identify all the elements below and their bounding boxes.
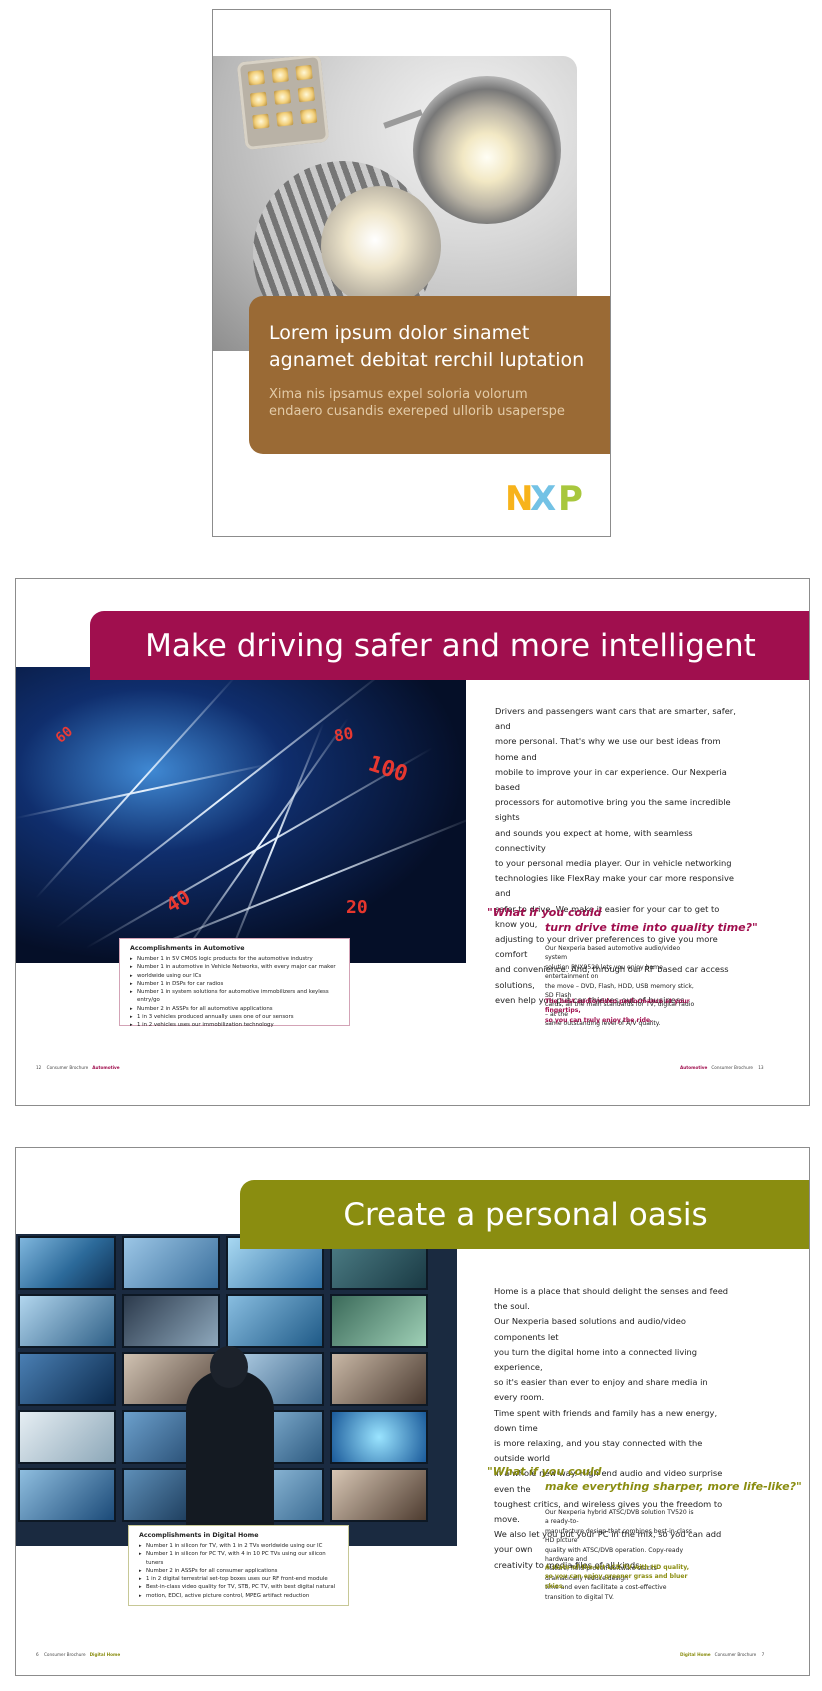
man-head-silhouette — [210, 1346, 248, 1388]
body-line: mobile to improve your in car experience… — [495, 766, 727, 793]
cover-page: Lorem ipsum dolor sinamet agnamet debita… — [212, 9, 611, 537]
accomplishment-item: Number 1 in 5V CMOS logic products for t… — [130, 955, 339, 964]
body-line: so it's easier than ever to enjoy and sh… — [494, 1377, 708, 1403]
side-line: quality with ATSC/DVB operation. Copy-re… — [545, 1546, 684, 1564]
spotlight-bulb-image — [413, 76, 561, 224]
side-highlight-line: The best audio/video performance at your… — [545, 998, 690, 1015]
cover-subtitle-line-1: Xima nis ipsamus expel soloria volorum — [269, 387, 528, 402]
accomplishment-item: Number 2 in ASSPs for all automotive app… — [130, 1005, 339, 1014]
folio-right: Digital Home Consumer Brochure 7 — [680, 1652, 764, 1658]
folio-page-number: 6 — [36, 1652, 39, 1657]
speedometer-photo: 100 80 20 40 60 — [16, 667, 466, 963]
man-silhouette — [186, 1370, 274, 1546]
cover-title-band: Lorem ipsum dolor sinamet agnamet debita… — [249, 296, 610, 454]
accomplishments-list: Number 1 in 5V CMOS logic products for t… — [130, 955, 339, 1030]
accomplishment-item: Best-in-class video quality for TV, STB,… — [139, 1583, 338, 1592]
accomplishment-item: Number 1 in DSPs for car radios — [130, 980, 339, 989]
side-line: Our Nexperia hybrid ATSC/DVB solution TV… — [545, 1509, 694, 1526]
logo-letter-x: X — [530, 480, 556, 514]
folio-section: Automotive — [92, 1065, 120, 1070]
body-line: to your personal media player. Our in ve… — [495, 858, 732, 869]
quote-line-2: turn drive time into quality time?" — [545, 921, 758, 934]
accomplishment-item: Number 1 in silicon for PC TV, with 4 in… — [139, 1550, 338, 1567]
folio-page-number: 13 — [758, 1065, 764, 1070]
quote-line-2: make everything sharper, more life-like?… — [545, 1480, 802, 1493]
folio-left: 6 Consumer Brochure Digital Home — [36, 1652, 120, 1658]
automotive-spread: 100 80 20 40 60 Make driving safer and m… — [15, 578, 810, 1106]
automotive-banner-title: Make driving safer and more intelligent — [145, 627, 756, 664]
accomplishment-item: 1 in 3 vehicles produced annually uses o… — [130, 1013, 339, 1022]
folio-publication: Consumer Brochure — [46, 1065, 89, 1070]
bulb-lens-image — [321, 186, 441, 306]
digital-home-pull-quote: "What if you could make everything sharp… — [487, 1464, 802, 1494]
accomplishment-item: worldwide using our ICs — [130, 972, 339, 981]
side-highlight-line: so you can truly enjoy the ride. — [545, 1016, 653, 1024]
digital-home-spread: Create a personal oasis Home is a place … — [15, 1147, 810, 1676]
body-line: Drivers and passengers want cars that ar… — [495, 706, 736, 732]
folio-section: Digital Home — [680, 1652, 711, 1657]
folio-publication: Consumer Brochure — [714, 1652, 757, 1657]
led-cluster-bulb-image — [236, 56, 330, 151]
automotive-side-highlight: The best audio/video performance at your… — [545, 997, 705, 1025]
digital-home-banner: Create a personal oasis — [240, 1180, 809, 1249]
cover-title-line-1: Lorem ipsum dolor sinamet — [269, 322, 530, 344]
automotive-pull-quote: "What if you could turn drive time into … — [487, 905, 758, 935]
body-line: more personal. That's why we use our bes… — [495, 736, 721, 762]
accomplishment-item: Number 2 in ASSPs for all consumer appli… — [139, 1567, 338, 1576]
accomplishment-item: 1 in 2 digital terrestrial set-top boxes… — [139, 1575, 338, 1584]
body-line: Our Nexperia based solutions and audio/v… — [494, 1316, 686, 1342]
folio-publication: Consumer Brochure — [711, 1065, 753, 1070]
body-line: Home is a place that should delight the … — [494, 1286, 729, 1312]
side-line: manufacture design that combines best-in… — [545, 1527, 692, 1545]
folio-left: 12 Consumer Brochure Automotive — [36, 1065, 120, 1071]
folio-page-number: 12 — [36, 1065, 42, 1070]
accomplishment-item: motion, EDCI, active picture control, MP… — [139, 1592, 338, 1601]
folio-section: Digital Home — [89, 1652, 121, 1657]
side-highlight-line: A state-of-the-art LCD TV with HD qualit… — [545, 1564, 690, 1571]
cover-subtitle: Xima nis ipsamus expel soloria volorum e… — [269, 386, 592, 420]
body-line: you turn the digital home into a connect… — [494, 1346, 698, 1373]
side-line: Our Nexperia based automotive audio/vide… — [545, 945, 681, 962]
accomplishment-item: 1 in 2 vehicles uses our immobilization … — [130, 1021, 339, 1030]
folio-right: Automotive Consumer Brochure 13 — [680, 1065, 764, 1071]
automotive-accomplishments-box: Accomplishments in Automotive Number 1 i… — [119, 938, 350, 1030]
side-highlight-line: so you can enjoy greener grass and bluer… — [545, 1573, 688, 1590]
digital-home-side-highlight: A state-of-the-art LCD TV with HD qualit… — [545, 1563, 705, 1591]
body-line: processors for automotive bring you the … — [495, 797, 731, 823]
body-line: is more relaxing, and you stay connected… — [494, 1438, 703, 1464]
accomplishments-title: Accomplishments in Automotive — [130, 945, 245, 952]
accomplishment-item: Number 1 in silicon for TV, with 1 in 2 … — [139, 1542, 338, 1551]
folio-section: Automotive — [680, 1065, 708, 1070]
folio-publication: Consumer Brochure — [44, 1652, 86, 1657]
accomplishments-list: Number 1 in silicon for TV, with 1 in 2 … — [139, 1542, 338, 1600]
cover-subtitle-line-2: endaero cusandis exereped ullorib usaper… — [269, 404, 565, 419]
body-line: and sounds you expect at home, with seam… — [495, 827, 693, 853]
digital-home-banner-title: Create a personal oasis — [343, 1196, 708, 1233]
side-line: solution PNX9520 lets you enjoy home ent… — [545, 963, 663, 981]
folio-page-number: 7 — [761, 1652, 765, 1657]
logo-letter-p: P — [558, 480, 583, 514]
accomplishment-item: Number 1 in automotive in Vehicle Networ… — [130, 963, 339, 972]
body-line: technologies like FlexRay make your car … — [495, 873, 734, 899]
cover-title-line-2: agnamet debitat rerchil luptation — [269, 349, 585, 371]
accomplishment-item: Number 1 in system solutions for automot… — [130, 988, 339, 1005]
digital-home-accomplishments-box: Accomplishments in Digital Home Number 1… — [128, 1525, 349, 1606]
quote-line-1: "What if you could — [487, 906, 602, 919]
quote-line-1: "What if you could — [487, 1465, 602, 1478]
accomplishments-title: Accomplishments in Digital Home — [139, 1532, 259, 1539]
body-line: Time spent with friends and family has a… — [494, 1407, 718, 1433]
nxp-logo: N X P — [505, 480, 583, 514]
video-wall-photo — [16, 1234, 457, 1546]
cover-title: Lorem ipsum dolor sinamet agnamet debita… — [269, 320, 592, 374]
automotive-banner: Make driving safer and more intelligent — [90, 611, 809, 680]
